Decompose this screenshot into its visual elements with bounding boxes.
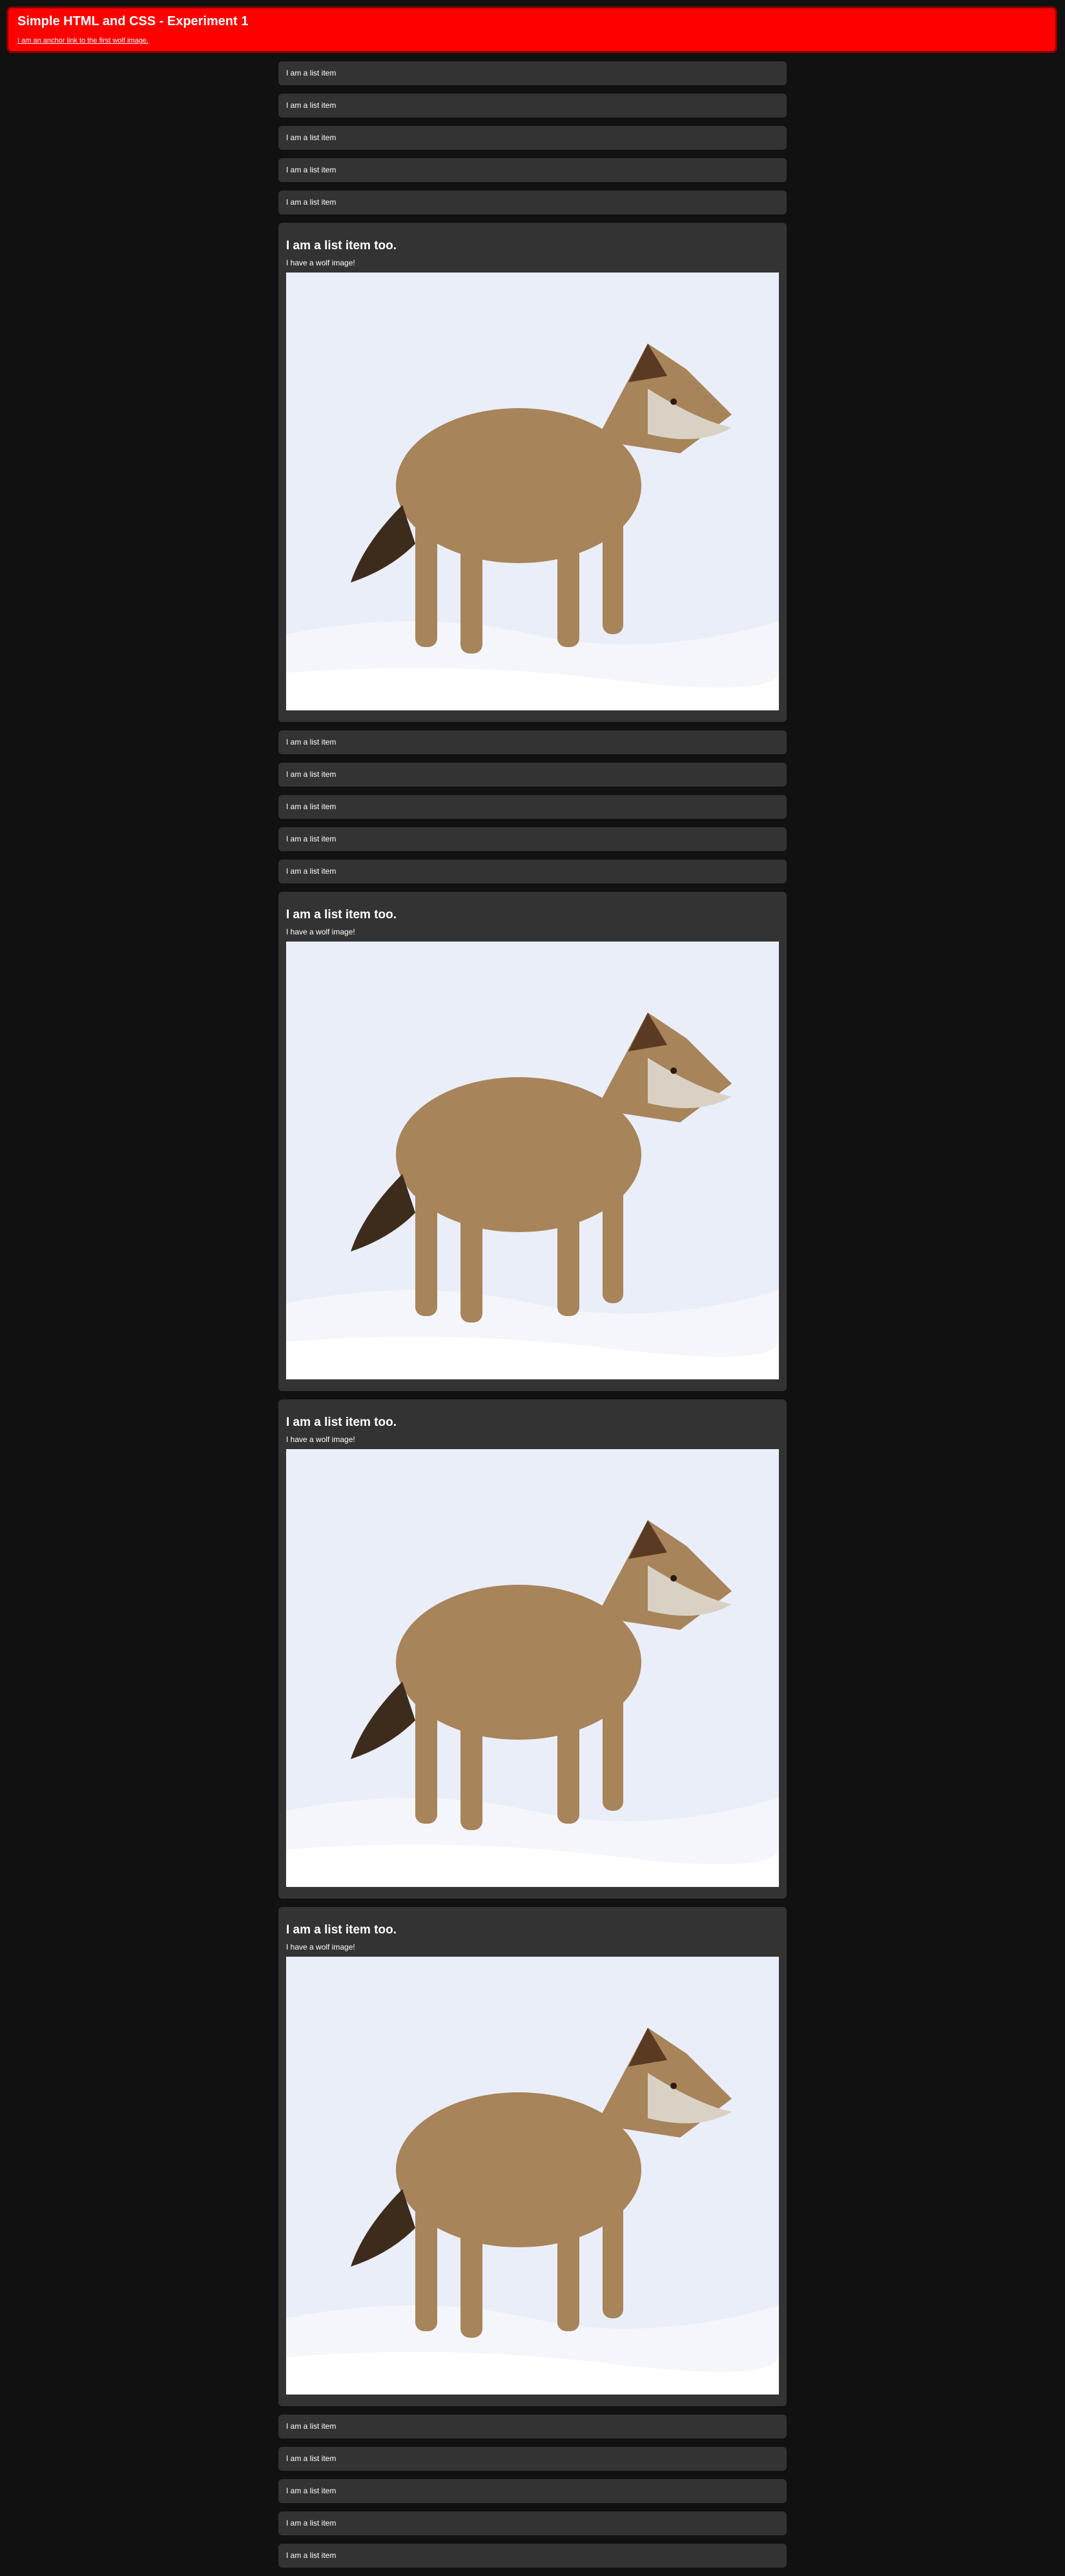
list-item: I am a list item [278,158,787,182]
wolf-item-title: I am a list item too. [286,1923,397,1937]
wolf-item-caption: I have a wolf image! [286,258,355,267]
page-title: Simple HTML and CSS - Experiment 1 [17,14,249,28]
wolf-item-title: I am a list item too. [286,1416,397,1429]
wolf-item-caption: I have a wolf image! [286,1435,355,1444]
wolf-image [286,273,779,710]
list-item: I am a list item [278,2415,787,2438]
list-item: I am a list item [278,2447,787,2471]
list-item: I am a list item [278,2479,787,2503]
list-item: I am a list item [278,827,787,851]
wolf-image [286,1957,779,2395]
wolf-list-item: I am a list item too. I have a wolf imag… [278,1907,787,2406]
wolf-list-item: I am a list item too. I have a wolf imag… [278,892,787,1391]
wolf-image [286,1449,779,1887]
list-item: I am a list item [278,795,787,819]
wolf-item-caption: I have a wolf image! [286,927,355,936]
wolf-image [286,942,779,1379]
wolf-item-title: I am a list item too. [286,239,397,252]
wolf-list-item: I am a list item too. I have a wolf imag… [278,1399,787,1899]
list-item: I am a list item [278,126,787,150]
list-item: I am a list item [278,763,787,787]
wolf-item-caption: I have a wolf image! [286,1942,355,1952]
list-item: I am a list item [278,2544,787,2568]
list-item: I am a list item [278,860,787,883]
item-list: I am a list item I am a list item I am a… [278,61,787,2576]
list-item: I am a list item [278,61,787,85]
wolf-item-title: I am a list item too. [286,908,397,922]
first-wolf-anchor-link[interactable]: I am an anchor link to the first wolf im… [17,37,149,45]
list-item: I am a list item [278,94,787,118]
list-item: I am a list item [278,191,787,214]
list-item: I am a list item [278,730,787,754]
list-item: I am a list item [278,2511,787,2535]
page-header: Simple HTML and CSS - Experiment 1 I am … [6,6,1057,53]
wolf-list-item: I am a list item too. I have a wolf imag… [278,223,787,722]
